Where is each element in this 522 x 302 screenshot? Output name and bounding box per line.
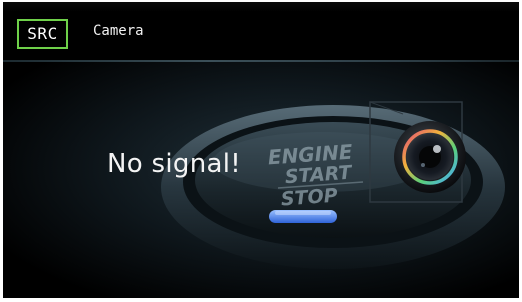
top-strip xyxy=(3,2,519,12)
src-button[interactable]: SRC xyxy=(17,19,68,49)
camera-lens-icon xyxy=(394,121,466,193)
header-bar: SRC Camera xyxy=(3,12,519,57)
camera-screen: SRC Camera ENGINE START STOP No signal! xyxy=(3,2,519,298)
page-title: Camera xyxy=(93,23,144,39)
engine-start-background: ENGINE START STOP xyxy=(3,62,519,298)
no-signal-message: No signal! xyxy=(107,149,241,179)
stop-label: STOP xyxy=(280,185,338,211)
